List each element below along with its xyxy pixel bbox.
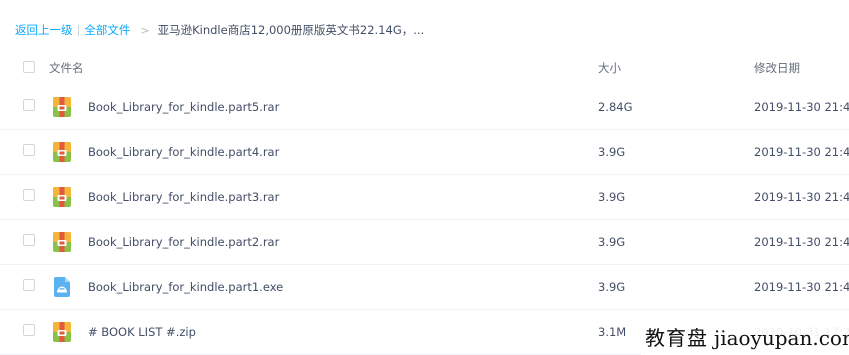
file-size: 3.9G bbox=[598, 235, 626, 249]
file-row[interactable]: Book_Library_for_kindle.part5.rar 2.84G … bbox=[0, 85, 849, 130]
header-size[interactable]: 大小 bbox=[598, 52, 621, 84]
file-row[interactable]: Book_Library_for_kindle.part3.rar 3.9G 2… bbox=[0, 175, 849, 220]
row-checkbox[interactable] bbox=[23, 189, 35, 201]
file-row[interactable]: Book_Library_for_kindle.part2.rar 3.9G 2… bbox=[0, 220, 849, 265]
file-modified-date: 2019-11-30 21:40 bbox=[754, 235, 849, 249]
exe-file-icon bbox=[53, 277, 70, 297]
breadcrumb: 返回上一级 | 全部文件 > 亚马逊Kindle商店12,000册原版英文书22.14G… bbox=[15, 20, 424, 40]
file-row[interactable]: Book_Library_for_kindle.part4.rar 3.9G 2… bbox=[0, 130, 849, 175]
file-size: 3.9G bbox=[598, 280, 626, 294]
row-checkbox[interactable] bbox=[23, 99, 35, 111]
watermark-chinese: 教育盘 bbox=[645, 326, 708, 350]
file-name[interactable]: Book_Library_for_kindle.part3.rar bbox=[88, 175, 279, 219]
file-size: 3.9G bbox=[598, 190, 626, 204]
current-folder-title: 亚马逊Kindle商店12,000册原版英文书22.14G，... bbox=[157, 23, 425, 37]
file-name[interactable]: Book_Library_for_kindle.part2.rar bbox=[88, 220, 279, 264]
file-modified-date: 2019-11-30 21:40 bbox=[754, 280, 849, 294]
back-link[interactable]: 返回上一级 bbox=[15, 23, 73, 37]
row-checkbox[interactable] bbox=[23, 279, 35, 291]
file-name[interactable]: Book_Library_for_kindle.part4.rar bbox=[88, 130, 279, 174]
row-checkbox[interactable] bbox=[23, 144, 35, 156]
file-modified-date: 2019-11-30 21:40 bbox=[754, 190, 849, 204]
file-name[interactable]: # BOOK LIST #.zip bbox=[88, 310, 196, 354]
chevron-right-icon: > bbox=[140, 24, 150, 37]
rar-archive-icon bbox=[53, 142, 71, 162]
header-filename[interactable]: 文件名 bbox=[49, 52, 84, 84]
rar-archive-icon bbox=[53, 187, 71, 207]
file-name[interactable]: Book_Library_for_kindle.part5.rar bbox=[88, 85, 279, 129]
row-checkbox[interactable] bbox=[23, 324, 35, 336]
all-files-link[interactable]: 全部文件 bbox=[84, 23, 130, 37]
file-modified-date: 2019-11-30 21:40 bbox=[754, 100, 849, 114]
table-header: 文件名 大小 修改日期 bbox=[0, 52, 849, 84]
watermark: 教育盘 jiaoyupan.com bbox=[641, 322, 849, 355]
row-checkbox[interactable] bbox=[23, 234, 35, 246]
rar-archive-icon bbox=[53, 232, 71, 252]
breadcrumb-separator: | bbox=[76, 23, 81, 37]
header-modified-date[interactable]: 修改日期 bbox=[754, 52, 800, 84]
file-row[interactable]: Book_Library_for_kindle.part1.exe 3.9G 2… bbox=[0, 265, 849, 310]
file-modified-date: 2019-11-30 21:40 bbox=[754, 145, 849, 159]
watermark-domain: jiaoyupan.com bbox=[714, 326, 849, 350]
file-size: 2.84G bbox=[598, 100, 633, 114]
zip-archive-icon bbox=[53, 322, 71, 342]
file-size: 3.1M bbox=[598, 325, 627, 339]
file-size: 3.9G bbox=[598, 145, 626, 159]
rar-archive-icon bbox=[53, 97, 71, 117]
file-name[interactable]: Book_Library_for_kindle.part1.exe bbox=[88, 265, 283, 309]
select-all-checkbox[interactable] bbox=[23, 61, 35, 73]
